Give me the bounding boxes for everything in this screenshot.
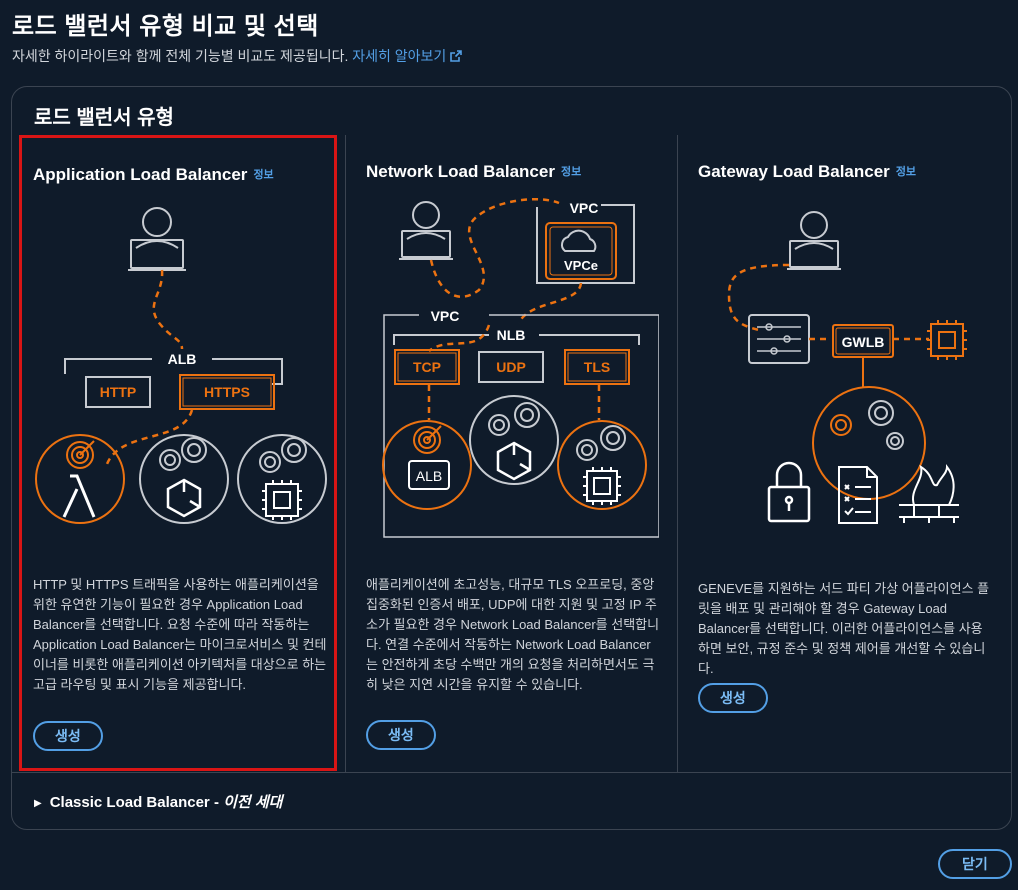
http-label: HTTP	[100, 384, 137, 400]
card-application-load-balancer[interactable]: Application Load Balancer 정보 ALB HTTP HTT…	[19, 135, 337, 771]
checklist-icon	[838, 466, 878, 524]
section-divider	[12, 772, 1011, 773]
chip-icon	[927, 320, 967, 360]
lock-icon	[767, 461, 811, 523]
load-balancer-types-panel: 로드 밸런서 유형 Application Load Balancer 정보 AL…	[11, 86, 1012, 830]
info-link[interactable]: 정보	[561, 166, 581, 178]
info-link[interactable]: 정보	[896, 166, 916, 178]
chip-icon	[262, 480, 302, 520]
lambda-icon	[62, 474, 96, 518]
udp-label: UDP	[496, 359, 526, 375]
card-title-text: Network Load Balancer	[366, 162, 555, 181]
container-icon	[166, 478, 202, 518]
vpc-label: VPC	[431, 308, 460, 324]
chip-icon	[583, 467, 621, 505]
classic-load-balancer-expander[interactable]: ▶ Classic Load Balancer - 이전 세대	[34, 791, 282, 812]
panel-title: 로드 밸런서 유형	[34, 107, 174, 129]
learn-more-label: 자세히 알아보기	[352, 48, 447, 64]
create-alb-button[interactable]: 생성	[33, 721, 103, 751]
info-link[interactable]: 정보	[253, 169, 273, 181]
tcp-label: TCP	[413, 359, 441, 375]
tls-label: TLS	[584, 359, 610, 375]
connection-line	[727, 263, 790, 332]
classic-label: Classic Load Balancer -	[49, 794, 224, 811]
gwlb-diagram: GWLB	[727, 211, 967, 524]
target-icon	[488, 402, 540, 436]
learn-more-link[interactable]: 자세히 알아보기	[352, 48, 463, 64]
card-title: Network Load Balancer 정보	[366, 162, 581, 182]
close-button[interactable]: 닫기	[938, 849, 1012, 879]
user-laptop-icon	[399, 201, 453, 260]
connection-line	[517, 282, 583, 324]
nlb-label: NLB	[497, 327, 526, 343]
card-title: Application Load Balancer 정보	[33, 165, 274, 185]
gwlb-label: GWLB	[842, 334, 885, 350]
card-description: HTTP 및 HTTPS 트래픽을 사용하는 애플리케이션을 위한 유연한 기능…	[33, 577, 327, 692]
user-laptop-icon	[128, 207, 186, 271]
container-icon	[496, 441, 532, 481]
card-network-load-balancer[interactable]: Network Load Balancer 정보 VPC VPCe VPC NLB	[357, 135, 667, 771]
vpc-top-label: VPC	[570, 200, 599, 216]
card-title: Gateway Load Balancer 정보	[698, 162, 916, 182]
alb-target-label: ALB	[416, 468, 442, 484]
subtitle-text: 자세한 하이라이트와 함께 전체 기능별 비교도 제공됩니다.	[12, 48, 349, 64]
caret-right-icon: ▶	[34, 798, 42, 809]
card-description: GENEVE를 지원하는 서드 파티 가상 어플라이언스 플릿을 배포 및 관리…	[698, 581, 990, 676]
create-nlb-button[interactable]: 생성	[366, 720, 436, 750]
classic-suffix: 이전 세대	[223, 794, 283, 811]
card-title-text: Gateway Load Balancer	[698, 162, 890, 181]
card-title-text: Application Load Balancer	[33, 165, 248, 184]
connection-line	[152, 269, 184, 350]
create-gwlb-button[interactable]: 생성	[698, 683, 768, 713]
connection-line	[428, 324, 491, 353]
sliders-icon	[757, 323, 801, 355]
external-link-icon	[450, 50, 463, 62]
cloud-icon	[561, 229, 597, 252]
target-icon	[868, 400, 904, 450]
target-icon	[66, 440, 95, 469]
target-icon	[413, 425, 442, 454]
target-icon	[830, 414, 852, 436]
https-label: HTTPS	[204, 384, 250, 400]
target-icon	[159, 437, 207, 471]
nlb-diagram: VPC VPCe VPC NLB TCP UDP TLS ALB	[382, 197, 659, 538]
alb-diagram: ALB HTTP HTTPS	[35, 207, 327, 524]
page-subtitle: 자세한 하이라이트와 함께 전체 기능별 비교도 제공됩니다. 자세히 알아보기	[12, 46, 463, 66]
target-icon	[576, 425, 626, 461]
alb-label: ALB	[168, 351, 197, 367]
card-description: 애플리케이션에 초고성능, 대규모 TLS 오프로딩, 중앙 집중화된 인증서 …	[366, 577, 660, 692]
column-divider	[677, 135, 678, 773]
card-gateway-load-balancer[interactable]: Gateway Load Balancer 정보 GWLB GENEVE를 지원…	[689, 135, 999, 771]
column-divider	[345, 135, 346, 773]
firewall-icon	[899, 464, 959, 523]
vpce-label: VPCe	[564, 258, 598, 273]
target-icon	[259, 437, 307, 473]
page-title: 로드 밸런서 유형 비교 및 선택	[12, 13, 319, 40]
user-laptop-icon	[787, 211, 841, 270]
